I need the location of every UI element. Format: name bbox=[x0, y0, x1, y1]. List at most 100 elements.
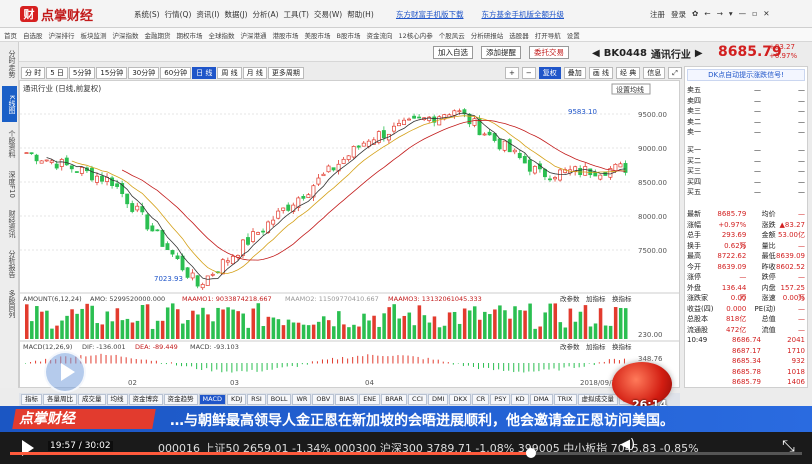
indicator-tab[interactable]: KDJ bbox=[226, 394, 247, 405]
add-favorite-button[interactable]: 加入自选 bbox=[433, 46, 473, 59]
left-tab-f10[interactable]: 深度F10 bbox=[2, 166, 17, 202]
left-tab-report[interactable]: 分析报告 bbox=[2, 246, 17, 282]
trade-button[interactable]: 委托交易 bbox=[529, 46, 569, 59]
nav-us[interactable]: 美股市场 bbox=[305, 30, 331, 40]
nav-ranking[interactable]: 沪深排行 bbox=[49, 30, 75, 40]
promo-fund-upgrade[interactable]: 东方基金手机版全额升级 bbox=[482, 9, 565, 20]
indicator-tab[interactable]: PSY bbox=[490, 394, 511, 405]
indicator-tab[interactable]: 指标 bbox=[21, 394, 42, 405]
indicator-tab[interactable]: TRIX bbox=[553, 394, 577, 405]
volume-icon[interactable]: ◀) bbox=[620, 437, 635, 452]
period-weekly[interactable]: 周 线 bbox=[217, 67, 242, 79]
switch-indicator-button[interactable]: 换指标 bbox=[612, 294, 632, 303]
nav-bshare[interactable]: B股市场 bbox=[337, 30, 361, 40]
menu-info[interactable]: 资讯(I) bbox=[196, 9, 219, 20]
nav-settings[interactable]: 设置 bbox=[567, 30, 580, 40]
nav-hk-connect[interactable]: 沪深港通 bbox=[241, 30, 267, 40]
indicator-tab[interactable]: OBV bbox=[312, 394, 335, 405]
period-15min[interactable]: 15分钟 bbox=[96, 67, 128, 79]
left-tab-multi[interactable]: 多股同列 bbox=[2, 286, 17, 322]
indicator-tab[interactable]: KD bbox=[511, 394, 529, 405]
period-more[interactable]: 更多周期 bbox=[267, 67, 304, 79]
left-tab-profile[interactable]: 个股资料 bbox=[2, 126, 17, 162]
indicator-tab[interactable]: MACD bbox=[198, 394, 226, 405]
overlay-button[interactable]: 叠加 bbox=[563, 67, 586, 79]
skin-icon[interactable]: ✿ bbox=[692, 9, 698, 20]
indicator-tab[interactable]: DMA bbox=[529, 394, 553, 405]
nav-hk[interactable]: 港股市场 bbox=[273, 30, 299, 40]
zoom-in-button[interactable]: + bbox=[505, 67, 519, 79]
indicator-tab[interactable]: 虚拟成交量 bbox=[577, 394, 619, 405]
nav-open[interactable]: 打开导航 bbox=[535, 30, 561, 40]
zoom-out-button[interactable]: − bbox=[521, 67, 536, 79]
indicator-tab[interactable]: 各量周比 bbox=[43, 394, 77, 405]
indicator-tab[interactable]: CR bbox=[472, 394, 490, 405]
nav-reports[interactable]: 分析研报站 bbox=[471, 30, 504, 40]
register-link[interactable]: 注册 bbox=[650, 9, 665, 20]
minimize-icon[interactable]: — bbox=[739, 9, 747, 20]
back-icon[interactable]: ← bbox=[704, 9, 710, 20]
period-daily[interactable]: 日 线 bbox=[192, 67, 217, 79]
menu-trade[interactable]: 交易(W) bbox=[314, 9, 342, 20]
kline-chart-panel[interactable]: 通讯行业 (日线,前复权) 设置均线 9500.00 9000.00 8500.… bbox=[19, 80, 680, 388]
change-param-button[interactable]: 改参数 bbox=[560, 342, 580, 351]
add-indicator-button[interactable]: 加指标 bbox=[586, 294, 606, 303]
indicator-tab[interactable]: 成交量 bbox=[78, 394, 106, 405]
login-link[interactable]: 登录 bbox=[671, 9, 686, 20]
fullscreen-icon[interactable]: ⤡ bbox=[782, 436, 795, 456]
nav-sector[interactable]: 板块监测 bbox=[81, 30, 107, 40]
left-tab-kline[interactable]: K线图 bbox=[2, 86, 17, 122]
kline-chart[interactable]: 通讯行业 (日线,前复权) 设置均线 9500.00 9000.00 8500.… bbox=[20, 81, 679, 387]
info-button[interactable]: 信息 bbox=[643, 67, 666, 79]
restore-icon[interactable]: ▫ bbox=[752, 9, 757, 20]
expand-icon[interactable]: ⤢ bbox=[668, 67, 682, 79]
draw-line-button[interactable]: 画 线 bbox=[588, 67, 613, 79]
period-60min[interactable]: 60分钟 bbox=[160, 67, 192, 79]
menu-quote[interactable]: 行情(Q) bbox=[165, 9, 192, 20]
nav-stock-news[interactable]: 个股风云 bbox=[439, 30, 465, 40]
indicator-tab[interactable]: 资金博弈 bbox=[128, 394, 163, 405]
indicator-tab[interactable]: DKX bbox=[449, 394, 472, 405]
indicator-tab[interactable]: BOLL bbox=[266, 394, 292, 405]
adjust-button[interactable]: 复权 bbox=[538, 67, 561, 79]
menu-help[interactable]: 帮助(H) bbox=[347, 9, 374, 20]
nav-favorites[interactable]: 自选股 bbox=[23, 30, 43, 40]
indicator-tab[interactable]: CCI bbox=[407, 394, 427, 405]
nav-global[interactable]: 全球指数 bbox=[209, 30, 235, 40]
nav-futures[interactable]: 金融期货 bbox=[145, 30, 171, 40]
period-5day[interactable]: 5 日 bbox=[46, 67, 68, 79]
indicator-tab[interactable]: RSI bbox=[247, 394, 266, 405]
indicator-tab[interactable]: ENE bbox=[359, 394, 381, 405]
nav-insider[interactable]: 12核心内参 bbox=[398, 30, 432, 40]
menu-tools[interactable]: 工具(T) bbox=[284, 9, 309, 20]
add-alert-button[interactable]: 添加提醒 bbox=[481, 46, 521, 59]
nav-screener[interactable]: 选股器 bbox=[509, 30, 529, 40]
menu-data[interactable]: 数据(J) bbox=[224, 9, 247, 20]
indicator-tab[interactable]: WR bbox=[292, 394, 312, 405]
forward-icon[interactable]: → bbox=[717, 9, 723, 20]
next-stock-icon[interactable]: ▶ bbox=[695, 48, 703, 59]
left-tab-intraday[interactable]: 分时走势 bbox=[2, 46, 17, 82]
indicator-tab[interactable]: BRAR bbox=[381, 394, 407, 405]
period-intraday[interactable]: 分 时 bbox=[21, 67, 46, 79]
add-indicator-button[interactable]: 加指标 bbox=[586, 342, 606, 351]
indicator-tab[interactable]: 均线 bbox=[106, 394, 128, 405]
left-tab-news[interactable]: 财经资讯 bbox=[2, 206, 17, 242]
nav-fund-flow[interactable]: 资金流向 bbox=[366, 30, 392, 40]
prev-stock-icon[interactable]: ◀ bbox=[592, 48, 600, 59]
period-30min[interactable]: 30分钟 bbox=[128, 67, 160, 79]
nav-index[interactable]: 沪深指数 bbox=[113, 30, 139, 40]
close-icon[interactable]: ✕ bbox=[763, 9, 769, 20]
menu-icon[interactable]: ▾ bbox=[729, 9, 733, 20]
video-progress-handle[interactable] bbox=[526, 448, 536, 458]
classic-button[interactable]: 经 典 bbox=[615, 67, 641, 79]
indicator-tab[interactable]: 资金趋势 bbox=[163, 394, 198, 405]
nav-options[interactable]: 期权市场 bbox=[177, 30, 203, 40]
indicator-tab[interactable]: BIAS bbox=[335, 394, 359, 405]
menu-system[interactable]: 系统(S) bbox=[134, 9, 160, 20]
dde-signal-link[interactable]: DK点自动提示涨跌信号! bbox=[687, 69, 805, 81]
promo-app-download[interactable]: 东方财富手机版下载 bbox=[396, 9, 464, 20]
period-monthly[interactable]: 月 线 bbox=[242, 67, 267, 79]
switch-indicator-button[interactable]: 换指标 bbox=[612, 342, 632, 351]
play-button[interactable] bbox=[44, 351, 86, 393]
